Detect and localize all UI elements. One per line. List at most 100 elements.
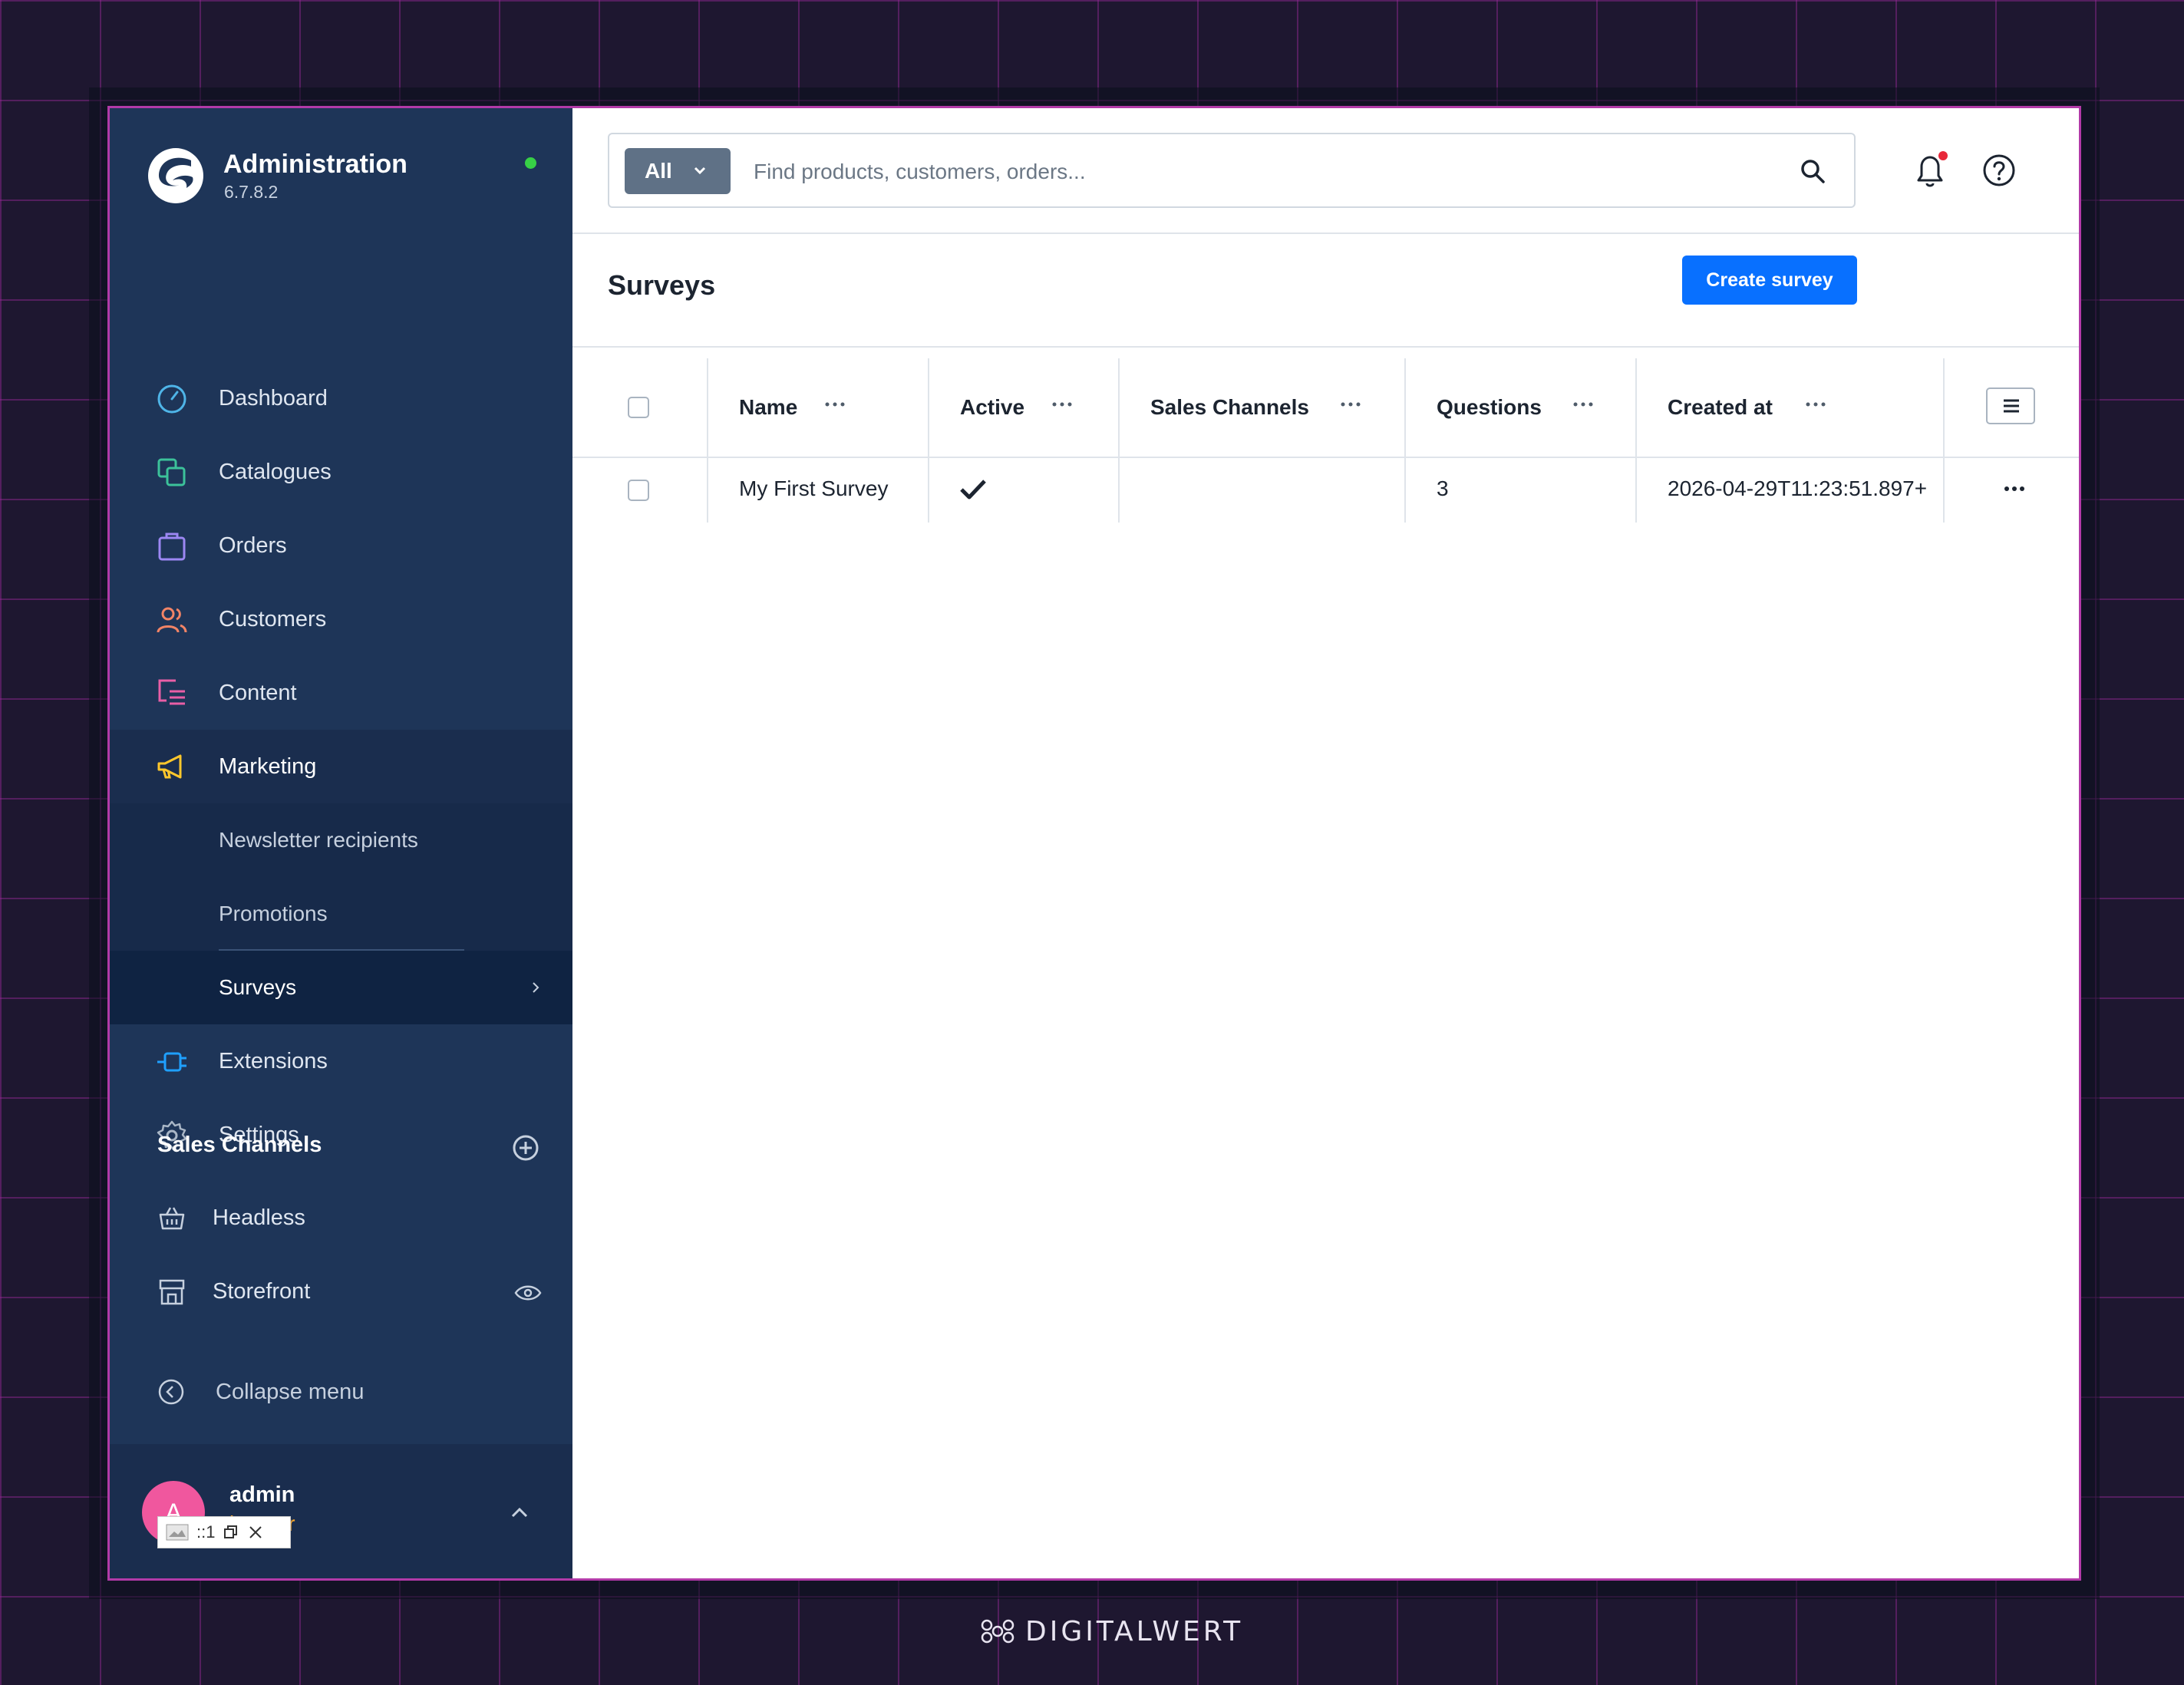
eye-icon[interactable] xyxy=(513,1282,543,1304)
notification-badge xyxy=(1938,151,1948,160)
more-icon[interactable] xyxy=(1339,401,1362,407)
footer-brand-text: DIGITALWERT xyxy=(1025,1616,1244,1647)
debug-overlay[interactable]: ::1 xyxy=(157,1516,291,1548)
nav-item-catalogues[interactable]: Catalogues xyxy=(110,435,572,509)
content-icon xyxy=(158,679,185,705)
nav-label: Content xyxy=(219,680,297,705)
more-icon[interactable] xyxy=(1051,401,1074,407)
search-input[interactable] xyxy=(752,148,1768,196)
column-header-sales-channels[interactable]: Sales Channels xyxy=(1118,358,1404,457)
status-indicator xyxy=(525,157,536,169)
cell-name[interactable]: My First Survey xyxy=(707,458,928,523)
sales-channels-title: Sales Channels xyxy=(157,1133,322,1157)
brand-version: 6.7.8.2 xyxy=(224,182,279,202)
search-icon[interactable] xyxy=(1799,157,1826,185)
table-header-row: Name Active Sales Channels Questions Cre… xyxy=(572,358,2079,458)
more-icon[interactable] xyxy=(823,401,846,407)
column-label: Active xyxy=(960,395,1025,419)
cell-created-at: 2026-04-29T11:23:51.897+ xyxy=(1635,458,1943,523)
nav-label: Dashboard xyxy=(219,385,328,411)
marketing-icon xyxy=(157,754,182,779)
survey-name[interactable]: My First Survey xyxy=(739,476,888,501)
nav-item-dashboard[interactable]: Dashboard xyxy=(110,361,572,435)
row-checkbox[interactable] xyxy=(628,480,649,501)
sidebar: Administration 6.7.8.2 Dashboard Catalog… xyxy=(110,108,572,1578)
chevron-down-icon xyxy=(694,167,706,175)
cell-questions: 3 xyxy=(1404,458,1635,523)
cell-sales-channels xyxy=(1118,458,1404,523)
sales-channel-label: Storefront xyxy=(213,1279,311,1304)
sales-channel-headless[interactable]: Headless xyxy=(157,1204,541,1265)
column-settings-cell xyxy=(1943,358,2079,457)
brand-title: Administration xyxy=(223,150,407,179)
nav-label: Extensions xyxy=(219,1048,328,1073)
nav-item-marketing[interactable]: Marketing xyxy=(110,730,572,803)
row-actions-icon[interactable] xyxy=(2003,486,2026,492)
global-search: All xyxy=(608,133,1856,208)
admin-window: Administration 6.7.8.2 Dashboard Catalog… xyxy=(107,106,2081,1581)
nav-label: Promotions xyxy=(219,902,328,925)
sales-channels-header: Sales Channels xyxy=(157,1133,541,1179)
topbar: All xyxy=(572,108,2079,234)
menu-icon xyxy=(2004,399,2019,413)
nav-item-surveys[interactable]: Surveys xyxy=(110,951,572,1024)
storefront-icon xyxy=(159,1279,185,1305)
nav-label: Marketing xyxy=(219,753,317,779)
nav-label: Newsletter recipients xyxy=(219,828,418,852)
nav-item-extensions[interactable]: Extensions xyxy=(110,1024,572,1098)
survey-questions: 3 xyxy=(1437,476,1449,500)
page-header: Surveys Create survey xyxy=(572,234,2079,348)
main-nav: Dashboard Catalogues Orders Customers Co… xyxy=(110,361,572,1172)
create-survey-button[interactable]: Create survey xyxy=(1682,256,1857,305)
page-title: Surveys xyxy=(608,269,716,301)
column-settings-button[interactable] xyxy=(1986,387,2035,424)
image-icon xyxy=(166,1524,189,1541)
more-icon[interactable] xyxy=(1572,401,1595,407)
collapse-menu-button[interactable]: Collapse menu xyxy=(157,1378,541,1424)
search-type-label: All xyxy=(645,159,672,183)
nav-item-customers[interactable]: Customers xyxy=(110,582,572,656)
footer-brand: DIGITALWERT xyxy=(979,1613,1240,1651)
nav-item-newsletter-recipients[interactable]: Newsletter recipients xyxy=(110,803,572,877)
sales-channel-storefront[interactable]: Storefront xyxy=(157,1278,543,1339)
sales-channel-label: Headless xyxy=(213,1205,305,1230)
help-icon[interactable] xyxy=(1981,153,2017,188)
dashboard-icon xyxy=(157,384,186,414)
surveys-table: Name Active Sales Channels Questions Cre… xyxy=(572,358,2079,523)
nav-label: Catalogues xyxy=(219,459,332,484)
restore-icon[interactable] xyxy=(223,1524,239,1541)
column-header-created-at[interactable]: Created at xyxy=(1635,358,1943,457)
nav-label: Customers xyxy=(219,606,327,631)
chevron-left-circle-icon xyxy=(158,1379,184,1405)
nav-item-promotions[interactable]: Promotions xyxy=(110,877,572,951)
column-header-questions[interactable]: Questions xyxy=(1404,358,1635,457)
more-icon[interactable] xyxy=(1804,401,1827,407)
orders-icon xyxy=(158,533,186,561)
table-row[interactable]: My First Survey 3 2026-04-29T11:23:51.89… xyxy=(572,458,2079,523)
column-header-active[interactable]: Active xyxy=(928,358,1118,457)
extensions-icon xyxy=(157,1052,186,1072)
checkmark-icon xyxy=(960,480,986,500)
column-label: Created at xyxy=(1668,395,1773,419)
search-type-dropdown[interactable]: All xyxy=(625,148,731,194)
nav-label: Orders xyxy=(219,533,287,558)
cell-active xyxy=(928,458,1118,523)
brand: Administration 6.7.8.2 xyxy=(147,147,546,239)
select-all-checkbox[interactable] xyxy=(628,397,649,418)
nav-item-orders[interactable]: Orders xyxy=(110,509,572,582)
close-icon[interactable] xyxy=(247,1524,264,1541)
basket-icon xyxy=(159,1207,185,1230)
customers-icon xyxy=(157,607,187,633)
chevron-right-icon xyxy=(533,982,539,993)
nav-item-content[interactable]: Content xyxy=(110,656,572,730)
select-cell xyxy=(572,458,707,523)
cell-row-actions xyxy=(1943,458,2079,523)
chevron-up-icon[interactable] xyxy=(510,1505,530,1519)
select-all-cell xyxy=(572,358,707,457)
nav-label: Surveys xyxy=(219,975,297,999)
user-panel[interactable]: A admin istrator ::1 xyxy=(110,1444,572,1578)
overlay-text: ::1 xyxy=(196,1522,216,1542)
add-circle-icon[interactable] xyxy=(510,1133,541,1163)
column-header-name[interactable]: Name xyxy=(707,358,928,457)
catalogues-icon xyxy=(157,458,186,486)
